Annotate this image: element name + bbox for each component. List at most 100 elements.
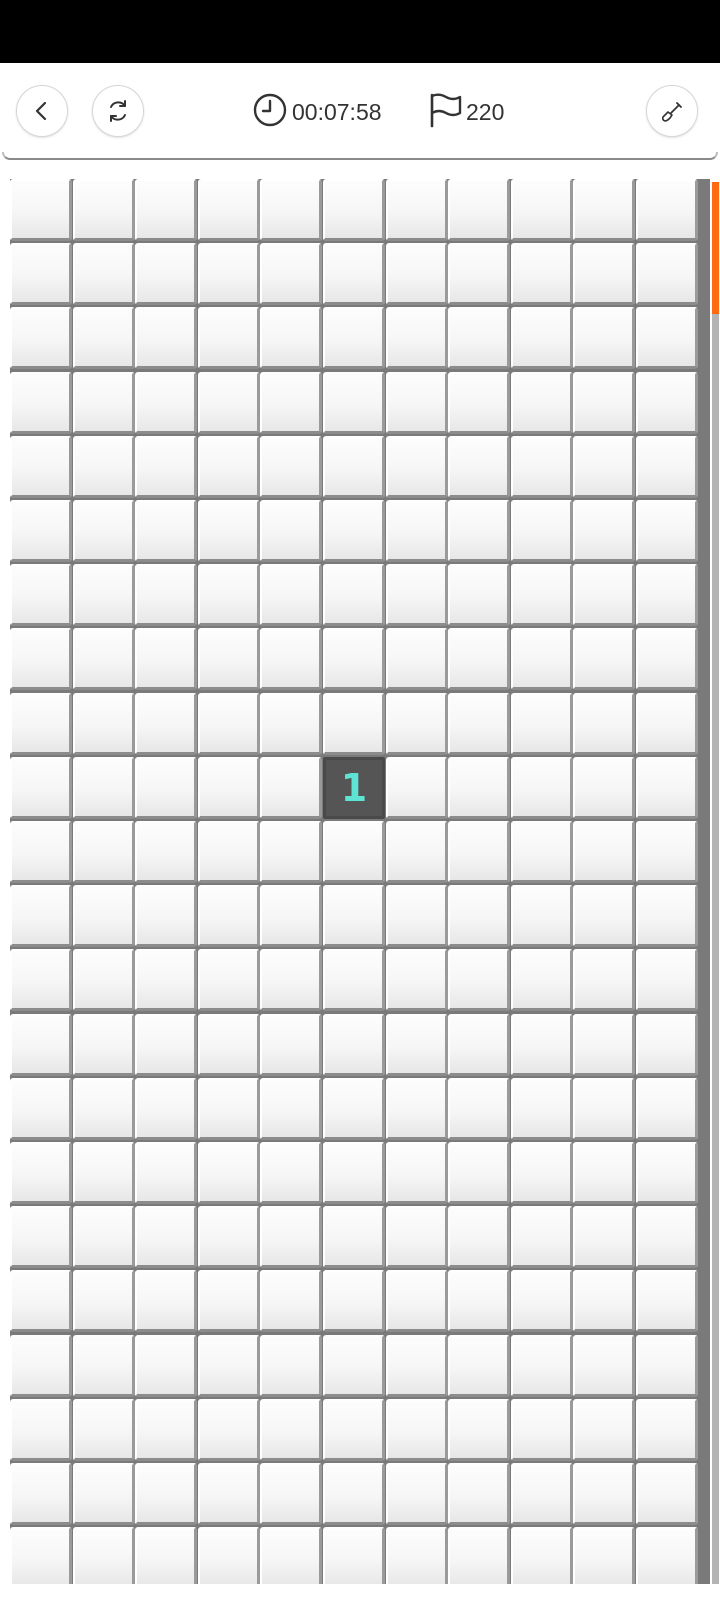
- back-button[interactable]: [16, 85, 68, 137]
- board-cell[interactable]: [636, 371, 698, 434]
- board-cell[interactable]: [573, 692, 636, 755]
- board-cell[interactable]: [10, 564, 72, 627]
- board-cell[interactable]: [448, 756, 511, 819]
- board-cell[interactable]: [10, 1527, 72, 1584]
- board-cell[interactable]: [636, 435, 698, 498]
- board-cell[interactable]: [510, 1077, 573, 1140]
- board-cell[interactable]: [135, 821, 198, 883]
- board-cell[interactable]: [10, 371, 72, 434]
- board-cell[interactable]: [135, 1270, 198, 1333]
- scrollbar-track[interactable]: [712, 182, 719, 1584]
- board-cell[interactable]: [323, 1206, 385, 1269]
- board-cell[interactable]: [135, 885, 198, 948]
- board-cell[interactable]: [197, 564, 260, 627]
- board-cell[interactable]: [510, 1013, 573, 1076]
- board-cell[interactable]: [510, 1463, 573, 1525]
- board-cell[interactable]: [260, 179, 323, 241]
- board-cell[interactable]: [573, 1142, 636, 1204]
- board-cell[interactable]: [636, 756, 698, 819]
- board-cell[interactable]: [323, 564, 385, 627]
- board-cell[interactable]: [72, 885, 135, 948]
- board-cell[interactable]: [636, 628, 698, 691]
- board-cell[interactable]: [636, 1270, 698, 1333]
- board-cell[interactable]: [510, 885, 573, 948]
- board-cell[interactable]: [448, 1142, 511, 1204]
- board-cell[interactable]: [448, 307, 511, 370]
- board-cell[interactable]: [10, 307, 72, 370]
- board-cell[interactable]: [197, 1398, 260, 1461]
- board-cell[interactable]: [573, 1398, 636, 1461]
- board-cell[interactable]: [510, 564, 573, 627]
- board-cell[interactable]: [385, 1398, 448, 1461]
- board-cell[interactable]: [10, 885, 72, 948]
- board-cell[interactable]: [636, 307, 698, 370]
- board-cell[interactable]: [323, 949, 385, 1012]
- board-cell[interactable]: [135, 1142, 198, 1204]
- board-cell[interactable]: [135, 564, 198, 627]
- board-cell[interactable]: [573, 1334, 636, 1397]
- board-cell[interactable]: [72, 1142, 135, 1204]
- board-cell[interactable]: [448, 692, 511, 755]
- board-cell[interactable]: [197, 243, 260, 306]
- board-cell[interactable]: [636, 179, 698, 241]
- board-cell[interactable]: [10, 179, 72, 241]
- board-cell[interactable]: [573, 885, 636, 948]
- board-cell[interactable]: [636, 1142, 698, 1204]
- board-cell[interactable]: [636, 1527, 698, 1584]
- board-cell[interactable]: [72, 756, 135, 819]
- board-cell[interactable]: [10, 1206, 72, 1269]
- board-cell[interactable]: [197, 1206, 260, 1269]
- board-cell[interactable]: [448, 1334, 511, 1397]
- board-cell[interactable]: [385, 692, 448, 755]
- board-cell[interactable]: [72, 179, 135, 241]
- board-cell[interactable]: [323, 307, 385, 370]
- board-cell[interactable]: [385, 949, 448, 1012]
- board-cell[interactable]: [72, 692, 135, 755]
- board-cell[interactable]: [72, 371, 135, 434]
- board-cell[interactable]: [448, 949, 511, 1012]
- board-cell[interactable]: [385, 1142, 448, 1204]
- board-cell[interactable]: [385, 1206, 448, 1269]
- board-cell[interactable]: [510, 179, 573, 241]
- board-cell[interactable]: [510, 307, 573, 370]
- board-cell[interactable]: [260, 1142, 323, 1204]
- revealed-cell-number[interactable]: 1: [323, 756, 385, 819]
- board-cell[interactable]: [10, 628, 72, 691]
- board-cell[interactable]: [448, 1527, 511, 1584]
- board-cell[interactable]: [135, 1527, 198, 1584]
- board-cell[interactable]: [197, 1527, 260, 1584]
- board-cell[interactable]: [385, 307, 448, 370]
- board-cell[interactable]: [260, 756, 323, 819]
- board-cell[interactable]: [448, 500, 511, 562]
- board-cell[interactable]: [573, 435, 636, 498]
- board-cell[interactable]: [448, 1398, 511, 1461]
- board-cell[interactable]: [135, 435, 198, 498]
- board-cell[interactable]: [10, 949, 72, 1012]
- board-cell[interactable]: [448, 1077, 511, 1140]
- board-cell[interactable]: [10, 1142, 72, 1204]
- board-cell[interactable]: [260, 1206, 323, 1269]
- board-cell[interactable]: [260, 1398, 323, 1461]
- board-cell[interactable]: [135, 1077, 198, 1140]
- board-cell[interactable]: [510, 1142, 573, 1204]
- board-cell[interactable]: [260, 243, 323, 306]
- board-cell[interactable]: [510, 1398, 573, 1461]
- board-cell[interactable]: [385, 564, 448, 627]
- board-cell[interactable]: [197, 1013, 260, 1076]
- board-cell[interactable]: [10, 1334, 72, 1397]
- board-cell[interactable]: [10, 435, 72, 498]
- board-cell[interactable]: [135, 1463, 198, 1525]
- restart-button[interactable]: [92, 85, 144, 137]
- board-cell[interactable]: [10, 692, 72, 755]
- board-cell[interactable]: [72, 1334, 135, 1397]
- board-cell[interactable]: [323, 1463, 385, 1525]
- board-cell[interactable]: [636, 500, 698, 562]
- board-cell[interactable]: [323, 1013, 385, 1076]
- board-cell[interactable]: [323, 1270, 385, 1333]
- board-cell[interactable]: [197, 1334, 260, 1397]
- board-cell[interactable]: [72, 243, 135, 306]
- board-cell[interactable]: [636, 1334, 698, 1397]
- board-cell[interactable]: [260, 1013, 323, 1076]
- board-cell[interactable]: [573, 821, 636, 883]
- board-cell[interactable]: [197, 435, 260, 498]
